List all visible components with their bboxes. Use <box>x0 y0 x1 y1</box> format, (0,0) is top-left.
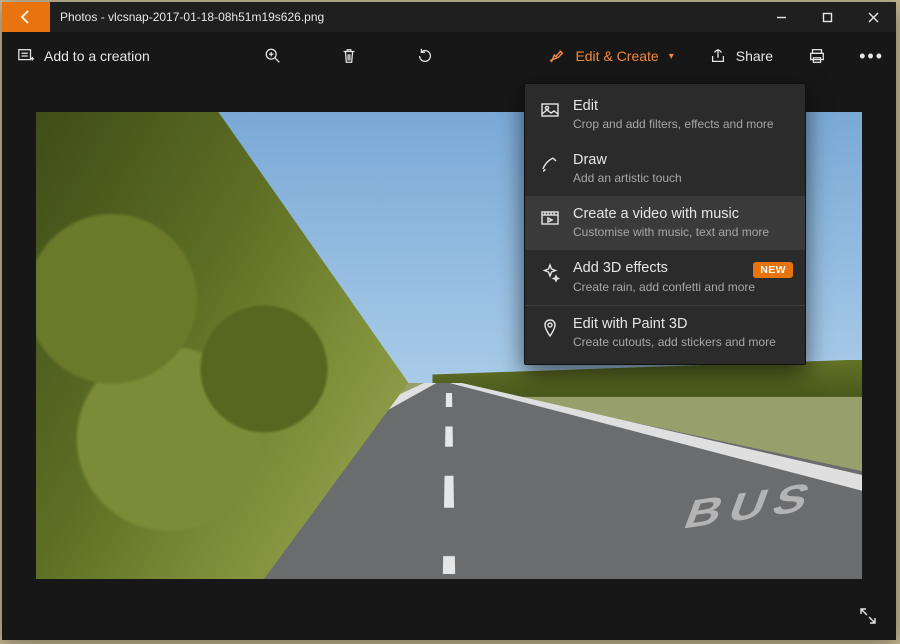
maximize-button[interactable] <box>804 2 850 32</box>
menu-item-title: Add 3D effects <box>573 259 755 277</box>
print-icon <box>807 46 827 66</box>
sparkle-icon <box>539 261 561 283</box>
edit-create-button[interactable]: Edit & Create ▾ <box>539 40 681 72</box>
menu-item-title: Edit <box>573 97 774 115</box>
edit-create-menu: Edit Crop and add filters, effects and m… <box>524 83 806 365</box>
menu-item-subtitle: Create rain, add confetti and more <box>573 280 755 295</box>
menu-item-subtitle: Crop and add filters, effects and more <box>573 117 774 132</box>
title-bar: Photos - vlcsnap-2017-01-18-08h51m19s626… <box>2 2 896 32</box>
back-button[interactable] <box>2 2 50 32</box>
menu-item-3d-effects[interactable]: Add 3D effects Create rain, add confetti… <box>525 250 805 305</box>
close-button[interactable] <box>850 2 896 32</box>
print-button[interactable] <box>799 40 835 72</box>
fullscreen-button[interactable] <box>854 602 882 630</box>
video-music-icon <box>539 207 561 229</box>
menu-item-draw[interactable]: Draw Add an artistic touch <box>525 142 805 196</box>
menu-item-title: Create a video with music <box>573 205 769 223</box>
add-to-creation-label: Add to a creation <box>44 48 150 64</box>
rotate-button[interactable] <box>407 40 443 72</box>
menu-item-create-video[interactable]: Create a video with music Customise with… <box>525 196 805 250</box>
photo-edit-icon <box>539 99 561 121</box>
more-icon: ••• <box>859 46 884 67</box>
minimize-button[interactable] <box>758 2 804 32</box>
menu-item-paint3d[interactable]: Edit with Paint 3D Create cutouts, add s… <box>525 306 805 360</box>
share-label: Share <box>736 48 773 64</box>
more-button[interactable]: ••• <box>853 46 890 67</box>
window-title: Photos - vlcsnap-2017-01-18-08h51m19s626… <box>50 10 758 24</box>
menu-item-edit[interactable]: Edit Crop and add filters, effects and m… <box>525 88 805 142</box>
paint3d-icon <box>539 317 561 339</box>
new-badge: NEW <box>753 262 793 278</box>
menu-item-subtitle: Create cutouts, add stickers and more <box>573 335 776 350</box>
edit-create-label: Edit & Create <box>575 48 658 64</box>
zoom-button[interactable] <box>255 40 291 72</box>
app-window: Photos - vlcsnap-2017-01-18-08h51m19s626… <box>2 2 896 640</box>
add-to-creation-button[interactable]: Add to a creation <box>8 40 158 72</box>
window-controls <box>758 2 896 32</box>
menu-item-subtitle: Customise with music, text and more <box>573 225 769 240</box>
menu-item-title: Draw <box>573 151 682 169</box>
draw-icon <box>539 153 561 175</box>
menu-item-title: Edit with Paint 3D <box>573 315 776 333</box>
zoom-in-icon <box>263 46 283 66</box>
edit-create-icon <box>547 46 567 66</box>
rotate-icon <box>415 46 435 66</box>
add-to-creation-icon <box>16 46 36 66</box>
toolbar: Add to a creation <box>2 32 896 80</box>
share-button[interactable]: Share <box>700 40 781 72</box>
delete-button[interactable] <box>331 40 367 72</box>
menu-item-subtitle: Add an artistic touch <box>573 171 682 186</box>
share-icon <box>708 46 728 66</box>
trash-icon <box>339 46 359 66</box>
chevron-down-icon: ▾ <box>669 51 674 62</box>
